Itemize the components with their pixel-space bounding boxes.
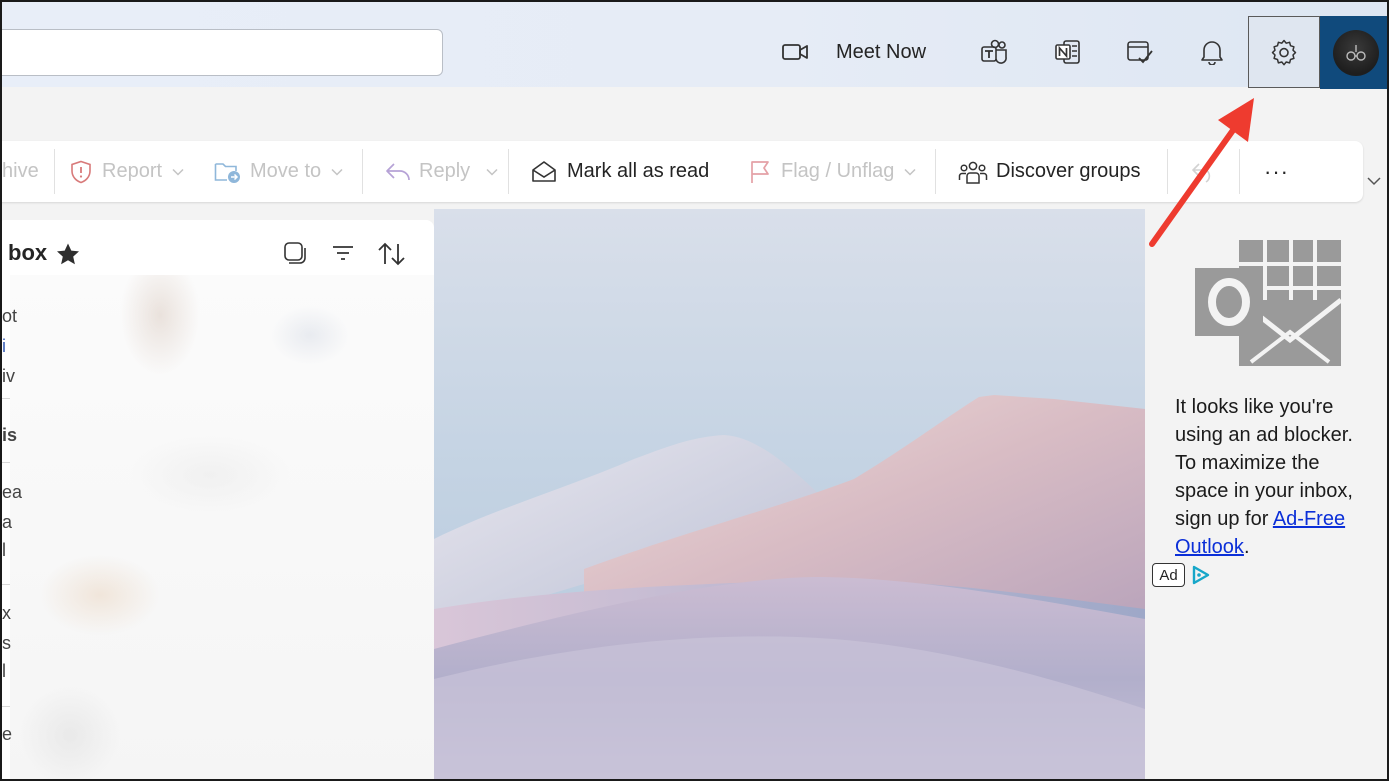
ad-badge: Ad <box>1152 563 1185 587</box>
todo-icon <box>1127 41 1153 64</box>
search-input[interactable] <box>2 29 443 76</box>
message-fragment: a <box>2 512 13 532</box>
discover-groups-button[interactable]: Discover groups <box>958 141 1141 202</box>
ad-blocker-message: It looks like you're using an ad blocker… <box>1175 393 1375 561</box>
discover-groups-label: Discover groups <box>996 160 1141 182</box>
teams-icon <box>981 39 1007 64</box>
row-divider <box>2 462 10 463</box>
toolbar-divider <box>508 149 509 194</box>
reading-pane <box>434 209 1145 779</box>
account-button[interactable] <box>1320 16 1387 89</box>
chevron-down-icon <box>904 168 916 176</box>
message-fragment: l <box>2 540 6 560</box>
meet-now-label: Meet Now <box>836 40 927 63</box>
app-frame: Meet Now hive Report Move to Reply Mark … <box>0 0 1389 781</box>
sort-icon[interactable] <box>377 240 407 268</box>
people-group-icon <box>958 161 988 184</box>
notifications-button[interactable] <box>1190 30 1234 74</box>
message-fragment: i <box>2 336 6 356</box>
message-fragment: ot <box>2 306 18 326</box>
row-divider <box>2 584 10 585</box>
message-fragment: ea <box>2 482 23 502</box>
message-fragment: s <box>2 633 11 653</box>
gear-icon <box>1271 39 1297 66</box>
message-fragment: is <box>2 425 18 445</box>
archive-label: hive <box>2 160 39 182</box>
bell-icon <box>1201 41 1223 65</box>
row-divider <box>2 398 10 399</box>
blurred-message-list <box>10 275 434 779</box>
meet-now-button[interactable]: Meet Now <box>782 30 952 74</box>
mark-all-read-label: Mark all as read <box>567 160 710 182</box>
avatar <box>1332 29 1379 76</box>
chevron-down-icon <box>172 168 184 176</box>
ad-message-end: . <box>1243 536 1250 558</box>
message-fragment: iv <box>2 366 15 386</box>
move-to-label: Move to <box>250 160 322 182</box>
report-label: Report <box>102 160 163 182</box>
toolbar-divider <box>362 149 363 194</box>
shield-icon <box>71 160 91 183</box>
ad-choices-icon[interactable] <box>1191 565 1211 585</box>
outlook-logo-icon <box>1195 240 1341 366</box>
todo-button[interactable] <box>1118 30 1162 74</box>
filter-icon[interactable] <box>331 240 355 266</box>
row-divider <box>2 706 10 707</box>
message-fragment: l <box>2 661 6 681</box>
message-fragment: x <box>2 603 11 623</box>
archive-button[interactable]: hive <box>2 141 39 202</box>
folder-title: box <box>8 240 48 265</box>
toolbar-divider <box>54 149 55 194</box>
video-camera-icon <box>782 44 808 60</box>
select-mode-icon[interactable] <box>283 240 307 266</box>
mark-all-read-button[interactable]: Mark all as read <box>531 141 709 202</box>
toolbar-collapse-chevron-icon[interactable] <box>1366 176 1382 186</box>
chevron-down-icon <box>331 168 343 176</box>
reply-button[interactable]: Reply <box>385 141 498 202</box>
mountain-background-image <box>434 209 1145 779</box>
avatar-image-icon <box>1345 44 1366 61</box>
flag-unflag-button[interactable]: Flag / Unflag <box>749 141 916 202</box>
star-favorite-icon[interactable] <box>55 242 81 267</box>
red-annotation-arrow-icon <box>1149 98 1254 247</box>
reply-icon <box>386 162 410 180</box>
envelope-open-icon <box>532 160 556 182</box>
top-header: Meet Now <box>2 0 1387 89</box>
onenote-icon <box>1055 40 1080 64</box>
chevron-down-icon <box>486 168 498 176</box>
message-fragment: e <box>2 724 13 744</box>
settings-button[interactable] <box>1248 16 1320 88</box>
teams-button[interactable] <box>973 30 1017 74</box>
reply-label: Reply <box>419 160 471 182</box>
toolbar-divider <box>935 149 936 194</box>
move-to-button[interactable]: Move to <box>214 141 343 202</box>
report-button[interactable]: Report <box>70 141 184 202</box>
onenote-button[interactable] <box>1046 30 1090 74</box>
flag-icon <box>751 160 769 183</box>
flag-unflag-label: Flag / Unflag <box>781 160 895 182</box>
folder-move-icon <box>214 162 240 183</box>
